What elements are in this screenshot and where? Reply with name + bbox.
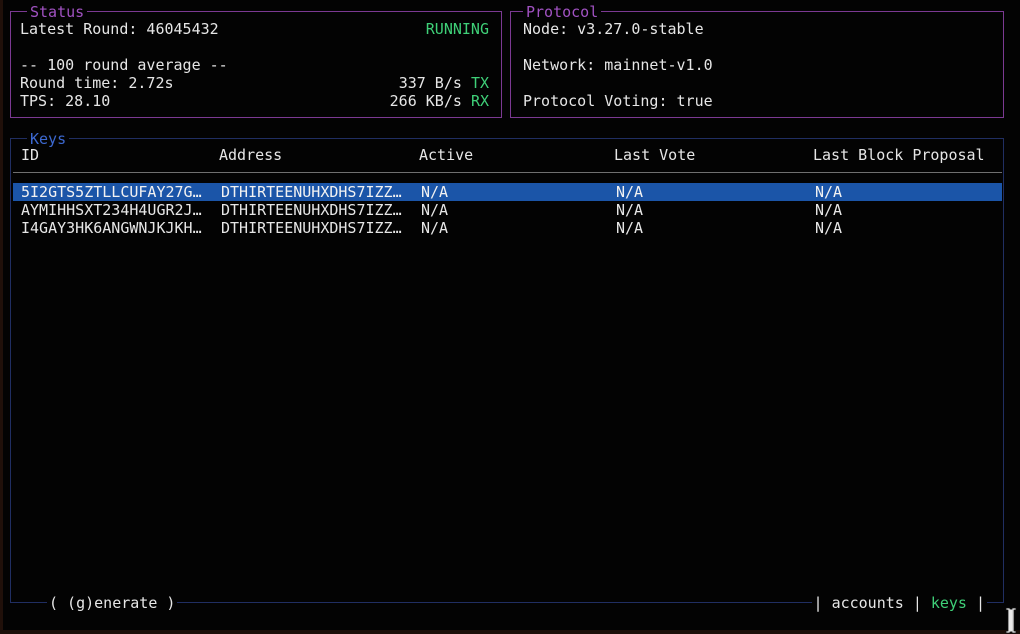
key-active-cell: N/A [421,183,448,201]
status-panel: Status Latest Round: 46045432 RUNNING --… [10,11,502,118]
key-last-vote-cell: N/A [616,219,643,237]
key-id-cell: I4GAY3HK6ANGWNJKJKH… [21,219,202,237]
tab-accounts[interactable]: accounts [832,594,904,612]
column-header-address: Address [219,146,282,164]
text-cursor-icon [1003,607,1019,634]
table-row[interactable]: 5I2GTS5ZTLLCUFAY27G… DTHIRTEENUHXDHS7IZZ… [13,183,1002,201]
round-average-header: -- 100 round average -- [20,56,228,74]
tab-separator: | [913,594,922,612]
tx-rate-value: 337 B/s [399,74,471,92]
node-version-text: Node: v3.27.0-stable [523,20,704,38]
view-tab-bar: | accounts | keys | [812,594,987,612]
key-active-cell: N/A [421,219,448,237]
window-edge-bottom [0,630,1020,634]
table-row[interactable]: AYMIHHSXT234H4UGR2J… DTHIRTEENUHXDHS7IZZ… [13,201,1002,219]
column-header-active: Active [419,146,473,164]
protocol-panel: Protocol Node: v3.27.0-stable Network: m… [510,11,1004,118]
key-id-cell: AYMIHHSXT234H4UGR2J… [21,201,202,219]
protocol-panel-title: Protocol [523,3,601,21]
tx-rate: 337 B/s TX [399,74,489,92]
round-time-text: Round time: 2.72s [20,74,174,92]
column-header-last-block-proposal: Last Block Proposal [813,146,985,164]
key-id-cell: 5I2GTS5ZTLLCUFAY27G… [21,183,202,201]
generate-button[interactable]: ( (g)enerate ) [47,594,177,612]
key-last-vote-cell: N/A [616,201,643,219]
keys-panel: Keys ID Address Active Last Vote Last Bl… [10,138,1004,603]
status-panel-title: Status [27,3,87,21]
latest-round-text: Latest Round: 46045432 [20,20,219,38]
key-last-block-proposal-cell: N/A [815,183,842,201]
rx-rate-label: RX [471,92,489,110]
table-header-separator [13,172,1002,173]
key-active-cell: N/A [421,201,448,219]
key-address-cell: DTHIRTEENUHXDHS7IZZ… [221,183,402,201]
tx-rate-label: TX [471,74,489,92]
key-address-cell: DTHIRTEENUHXDHS7IZZ… [221,201,402,219]
table-row[interactable]: I4GAY3HK6ANGWNJKJKH… DTHIRTEENUHXDHS7IZZ… [13,219,1002,237]
tab-separator: | [814,594,823,612]
key-last-block-proposal-cell: N/A [815,219,842,237]
tps-text: TPS: 28.10 [20,92,110,110]
tab-separator: | [976,594,985,612]
window-edge-left [0,0,3,634]
key-last-vote-cell: N/A [616,183,643,201]
network-text: Network: mainnet-v1.0 [523,56,713,74]
running-status-badge: RUNNING [426,20,489,38]
key-last-block-proposal-cell: N/A [815,201,842,219]
tab-keys[interactable]: keys [931,594,967,612]
column-header-id: ID [21,146,39,164]
protocol-voting-text: Protocol Voting: true [523,92,713,110]
rx-rate-value: 266 KB/s [390,92,471,110]
key-address-cell: DTHIRTEENUHXDHS7IZZ… [221,219,402,237]
rx-rate: 266 KB/s RX [390,92,489,110]
column-header-last-vote: Last Vote [614,146,695,164]
